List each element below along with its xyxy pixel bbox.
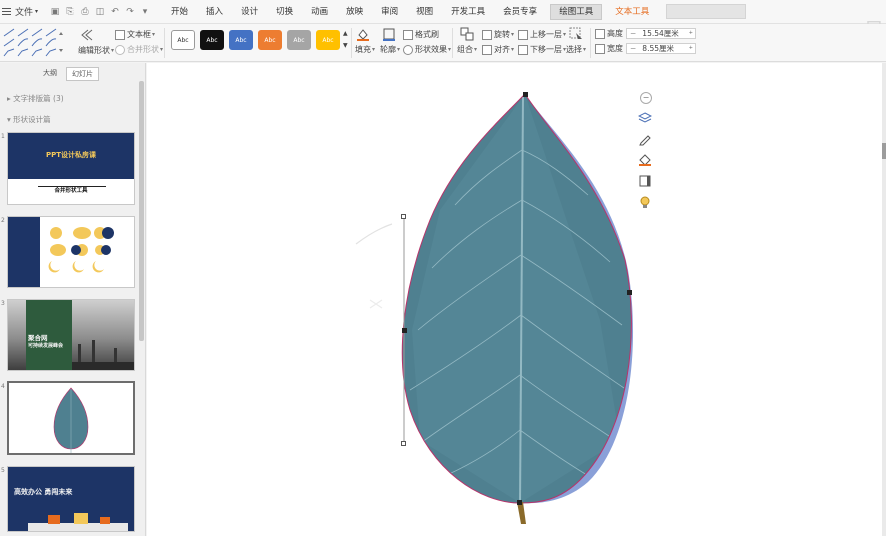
resize-handle-bottom[interactable] <box>517 500 522 505</box>
bulb-icon[interactable] <box>636 193 654 211</box>
layers-icon[interactable] <box>636 109 654 127</box>
floating-shape-toolbar: − <box>636 92 656 214</box>
sketch-trace <box>369 299 383 309</box>
resize-handle-right[interactable] <box>627 290 632 295</box>
shape-fill-icon[interactable] <box>636 151 654 169</box>
pen-icon[interactable] <box>636 130 654 148</box>
leaf-shape-layer <box>355 80 650 524</box>
leaf-image[interactable] <box>390 80 650 520</box>
resize-handle-top[interactable] <box>523 92 528 97</box>
minus-icon[interactable]: − <box>640 92 652 104</box>
leaf-stem <box>517 502 526 524</box>
sketch-trace <box>355 223 393 245</box>
resize-handle-left[interactable] <box>402 328 407 333</box>
resize-handle-corner-bottom[interactable] <box>401 441 406 446</box>
frame-icon[interactable] <box>636 172 654 190</box>
resize-handle-corner-top[interactable] <box>401 214 406 219</box>
